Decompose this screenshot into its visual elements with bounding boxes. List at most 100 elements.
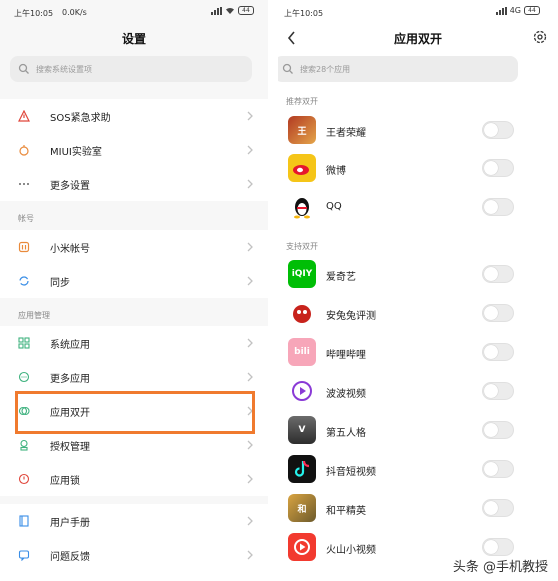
settings-item-label: 应用锁 — [50, 475, 80, 487]
settings-item-miui-lab[interactable]: MIUI实验室 — [0, 133, 268, 167]
iqiyi-icon: iQIY — [288, 260, 316, 288]
antutu-icon — [288, 299, 316, 327]
settings-group-help: 用户手册 问题反馈 — [0, 504, 268, 581]
grid-apps-icon — [18, 337, 30, 349]
permission-icon — [20, 439, 28, 451]
dual-app-toggle[interactable] — [482, 499, 514, 517]
highlight-box — [15, 391, 255, 434]
page-title: 设置 — [121, 32, 146, 46]
dual-apps-screen: 上午10:05 4G 44 应用双开 搜索28个应用 推荐双开 王 王者荣耀 微… — [278, 0, 558, 581]
app-name: 和平精英 — [326, 506, 366, 517]
settings-item-app-lock[interactable]: 应用锁 — [0, 462, 268, 496]
search-icon — [282, 63, 293, 74]
app-name: 火山小视频 — [326, 545, 376, 556]
settings-item-label: 更多设置 — [50, 180, 90, 192]
signal-icon — [495, 6, 507, 15]
chevron-right-icon — [247, 474, 253, 484]
chevron-right-icon — [247, 338, 253, 348]
wifi-icon — [226, 7, 234, 14]
network-speed: 0.0K/s — [62, 8, 87, 17]
search-placeholder: 搜索系统设置项 — [36, 64, 92, 74]
status-bar: 上午10:05 0.0K/s 44 — [0, 0, 268, 24]
status-time: 上午10:05 — [284, 9, 324, 18]
chevron-right-icon — [247, 276, 253, 286]
dual-app-toggle[interactable] — [482, 121, 514, 139]
settings-item-more-apps[interactable]: 更多应用 — [0, 360, 268, 394]
weibo-icon — [288, 154, 316, 182]
qq-penguin-icon — [288, 193, 316, 221]
app-row: 和 和平精英 — [278, 490, 558, 528]
settings-group-account: 小米帐号 同步 — [0, 230, 268, 298]
app-row: 王 王者荣耀 — [278, 112, 558, 150]
dual-app-toggle[interactable] — [482, 460, 514, 478]
settings-item-label: 问题反馈 — [50, 551, 90, 563]
dual-app-toggle[interactable] — [482, 382, 514, 400]
settings-item-label: 授权管理 — [50, 441, 90, 453]
settings-item-sync[interactable]: 同步 — [0, 264, 268, 298]
settings-group-misc: SOS紧急求助 MIUI实验室 更多设置 — [0, 99, 268, 201]
chevron-right-icon — [247, 179, 253, 189]
battery-indicator: 44 — [524, 6, 540, 15]
app-row: QQ — [278, 189, 558, 227]
chevron-right-icon — [247, 550, 253, 560]
search-input[interactable]: 搜索系统设置项 — [10, 56, 252, 82]
app-row: iQIY 爱奇艺 — [278, 256, 558, 294]
app-row: 波波视频 — [278, 373, 558, 411]
section-label-account: 帐号 — [18, 214, 34, 223]
chevron-right-icon — [247, 145, 253, 155]
status-bar: 上午10:05 4G 44 — [278, 0, 558, 24]
dual-app-toggle[interactable] — [482, 198, 514, 216]
manual-book-icon — [19, 515, 29, 527]
search-icon — [18, 63, 29, 74]
settings-item-label: 用户手册 — [50, 517, 90, 529]
more-dots-icon — [19, 183, 29, 185]
sos-warning-icon — [18, 110, 30, 122]
battery-indicator: 44 — [238, 6, 254, 15]
settings-item-mi-account[interactable]: 小米帐号 — [0, 230, 268, 264]
app-row: V 第五人格 — [278, 412, 558, 450]
app-name: 微博 — [326, 166, 346, 177]
gear-icon[interactable] — [532, 29, 548, 45]
screen-divider — [268, 0, 278, 581]
dual-app-toggle[interactable] — [482, 421, 514, 439]
chevron-right-icon — [247, 440, 253, 450]
search-input[interactable]: 搜索28个应用 — [278, 56, 518, 82]
settings-item-more-settings[interactable]: 更多设置 — [0, 167, 268, 201]
page-title: 应用双开 — [393, 32, 442, 46]
settings-item-sos[interactable]: SOS紧急求助 — [0, 99, 268, 133]
sync-icon — [19, 276, 29, 286]
settings-item-label: MIUI实验室 — [50, 146, 102, 158]
app-name: QQ — [326, 201, 342, 212]
search-placeholder: 搜索28个应用 — [300, 64, 351, 74]
chevron-right-icon — [247, 372, 253, 382]
app-lock-icon — [18, 473, 30, 485]
dual-app-toggle[interactable] — [482, 159, 514, 177]
app-name: 第五人格 — [326, 428, 366, 439]
settings-item-label: 系统应用 — [50, 339, 90, 351]
settings-item-system-apps[interactable]: 系统应用 — [0, 326, 268, 360]
settings-item-label: 更多应用 — [50, 373, 90, 385]
section-label-recommended: 推荐双开 — [286, 97, 318, 106]
signal-icon — [211, 6, 222, 15]
dual-app-toggle[interactable] — [482, 538, 514, 556]
bobo-video-icon — [288, 377, 316, 405]
dual-app-toggle[interactable] — [482, 265, 514, 283]
app-name: 抖音短视频 — [326, 467, 376, 478]
settings-item-label: 小米帐号 — [50, 243, 90, 255]
bilibili-icon: bili — [288, 338, 316, 366]
dual-app-toggle[interactable] — [482, 304, 514, 322]
app-row: 抖音短视频 — [278, 451, 558, 489]
app-row: 微博 — [278, 150, 558, 188]
app-name: 波波视频 — [326, 389, 366, 400]
network-type: 4G — [509, 6, 521, 15]
chevron-right-icon — [247, 242, 253, 252]
peace-elite-icon: 和 — [288, 494, 316, 522]
honor-of-kings-icon: 王 — [288, 116, 316, 144]
settings-item-feedback[interactable]: 问题反馈 — [0, 538, 268, 572]
settings-item-user-manual[interactable]: 用户手册 — [0, 504, 268, 538]
app-name: 安兔兔评测 — [326, 311, 376, 322]
app-name: 爱奇艺 — [326, 272, 356, 283]
section-label-apps: 应用管理 — [18, 311, 50, 320]
dual-app-toggle[interactable] — [482, 343, 514, 361]
chevron-right-icon — [247, 111, 253, 121]
